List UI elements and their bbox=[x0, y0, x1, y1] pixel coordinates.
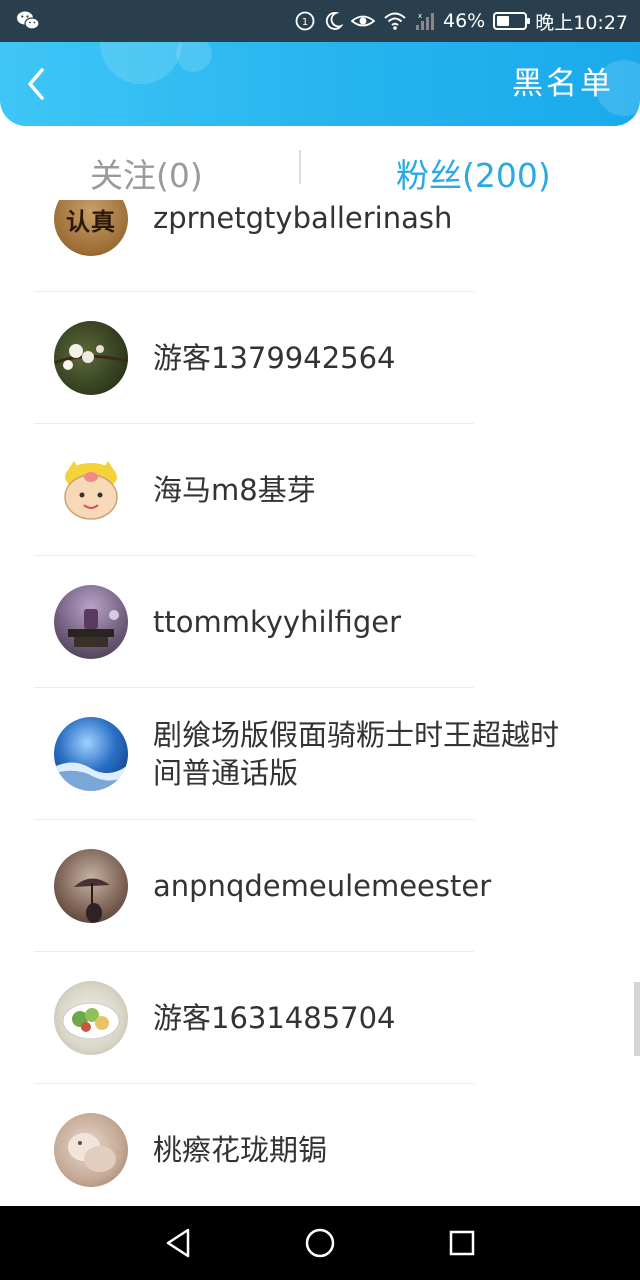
header-decoration bbox=[176, 42, 212, 72]
avatar[interactable] bbox=[54, 849, 128, 923]
navigation-bar bbox=[0, 1206, 640, 1280]
list-item[interactable]: 桃瘵花珑期锔 bbox=[0, 1084, 640, 1206]
nav-recents-button[interactable] bbox=[442, 1223, 482, 1263]
list-item[interactable]: 剧飨场版假面骑粝士时王超越时间普通话版 bbox=[0, 688, 640, 820]
nav-home-button[interactable] bbox=[300, 1223, 340, 1263]
wechat-icon bbox=[17, 11, 40, 30]
list-item[interactable]: 游客1631485704 bbox=[0, 952, 640, 1084]
scrollbar[interactable] bbox=[634, 982, 640, 1056]
back-triangle-icon bbox=[166, 1228, 190, 1258]
home-circle-icon bbox=[305, 1228, 335, 1258]
avatar-text: 认真 bbox=[66, 208, 116, 236]
fan-name: 海马m8基芽 bbox=[153, 473, 316, 507]
fan-name: 游客1631485704 bbox=[153, 1001, 396, 1035]
back-button[interactable] bbox=[14, 62, 58, 106]
fan-name: ttommkyyhilfiger bbox=[153, 605, 402, 639]
hd-icon: 1 bbox=[295, 11, 315, 31]
header: 黑名单 bbox=[0, 42, 640, 126]
header-decoration bbox=[100, 42, 182, 84]
status-time: 晚上10:27 bbox=[535, 11, 628, 34]
fan-name: 剧飨场版假面骑粝士时王超越时间普通话版 bbox=[153, 718, 560, 790]
svg-text:1: 1 bbox=[302, 17, 308, 28]
list-item[interactable]: 海马m8基芽 bbox=[0, 424, 640, 556]
fan-name: zprnetgtyballerinash bbox=[153, 201, 453, 235]
avatar[interactable] bbox=[54, 453, 128, 527]
chevron-left-icon bbox=[28, 68, 44, 100]
recents-square-icon bbox=[449, 1230, 475, 1256]
fan-name: 桃瘵花珑期锔 bbox=[153, 1133, 328, 1167]
avatar[interactable] bbox=[54, 321, 128, 395]
tab-bar: 关注(0) 粉丝(200) bbox=[0, 126, 640, 200]
battery-percent: 46% bbox=[443, 10, 486, 32]
svg-text:x: x bbox=[418, 12, 422, 20]
status-bar: 1 x 46% 晚上10:27 bbox=[0, 0, 640, 42]
fan-name: 游客1379942564 bbox=[153, 341, 396, 375]
list-item[interactable]: 游客1379942564 bbox=[0, 292, 640, 424]
tab-divider bbox=[299, 150, 301, 184]
list-item[interactable]: anpnqdemeulemeester bbox=[0, 820, 640, 952]
battery-fill bbox=[497, 16, 510, 26]
battery-icon bbox=[493, 12, 531, 30]
blacklist-button[interactable]: 黑名单 bbox=[512, 60, 614, 108]
eye-icon bbox=[351, 15, 375, 27]
signal-icon: x bbox=[416, 12, 434, 30]
avatar[interactable] bbox=[54, 981, 128, 1055]
avatar[interactable]: 认真 bbox=[54, 200, 128, 256]
moon-icon bbox=[325, 12, 343, 30]
wifi-icon bbox=[384, 12, 406, 30]
fan-name: anpnqdemeulemeester bbox=[153, 869, 492, 903]
avatar[interactable] bbox=[54, 717, 128, 791]
list-item[interactable]: ttommkyyhilfiger bbox=[0, 556, 640, 688]
avatar[interactable] bbox=[54, 1113, 128, 1187]
nav-back-button[interactable] bbox=[158, 1223, 198, 1263]
tab-following[interactable]: 关注(0) bbox=[90, 154, 203, 198]
tab-fans[interactable]: 粉丝(200) bbox=[396, 154, 551, 198]
avatar[interactable] bbox=[54, 585, 128, 659]
fans-list[interactable]: 认真 zprnetgtyballerinash 游客1379942564 海马m… bbox=[0, 200, 640, 1206]
list-item[interactable]: 认真 zprnetgtyballerinash bbox=[0, 200, 640, 292]
